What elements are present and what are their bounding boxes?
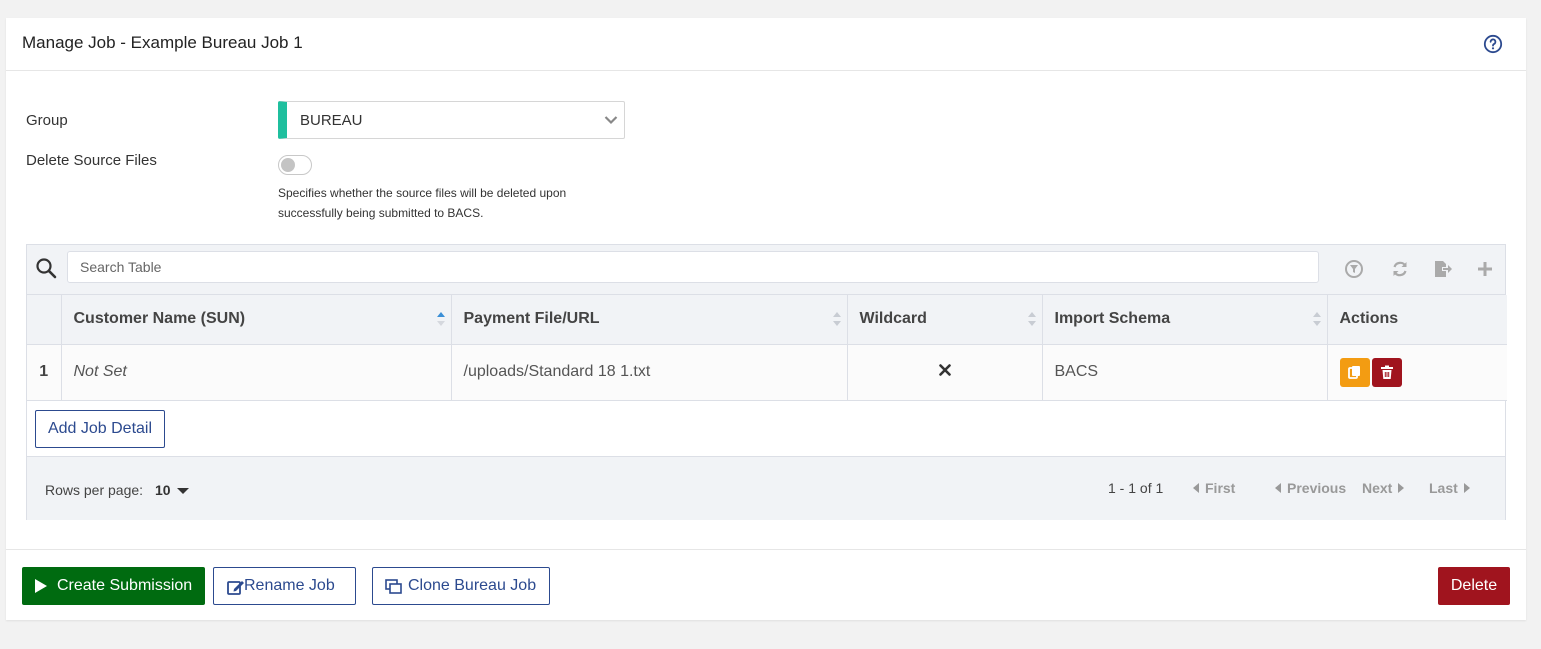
table-header-row: Customer Name (SUN) Payment File/URL Wil… [27,295,1507,345]
data-table: Customer Name (SUN) Payment File/URL Wil… [27,295,1507,401]
next-page-label: Next [1362,480,1393,496]
column-header-label: Payment File/URL [463,310,600,328]
manage-job-card: Manage Job - Example Bureau Job 1 Group … [6,18,1526,620]
delete-source-help-text: Specifies whether the source files will … [278,186,567,220]
next-page-button[interactable]: Next [1362,480,1405,496]
copy-row-button[interactable] [1339,357,1370,387]
clone-job-button[interactable]: Clone Bureau Job [372,567,550,605]
chevron-left-icon [1193,483,1199,493]
column-header-label: Import Schema [1054,310,1171,328]
table-row[interactable]: 1 Not Set /uploads/Standard 18 1.txt BAC… [27,344,1507,401]
rows-per-page-select[interactable]: 10 [155,482,189,498]
export-icon[interactable] [1432,259,1452,279]
last-page-button[interactable]: Last [1429,480,1470,496]
group-select[interactable]: BUREAU [278,101,625,139]
rows-per-page-label: Rows per page: [45,482,144,498]
question-circle-icon[interactable] [1483,34,1503,54]
page-title: Manage Job - Example Bureau Job 1 [22,33,303,52]
add-row-area: Add Job Detail [27,402,1505,457]
delete-source-toggle[interactable] [278,155,312,175]
column-header-label: Wildcard [859,310,927,328]
play-icon [35,579,47,593]
rows-per-page-value: 10 [155,482,171,498]
cell-actions [1327,344,1507,401]
previous-page-button[interactable]: Previous [1275,480,1346,496]
chevron-down-icon [604,116,618,125]
rename-job-label: Rename Job [244,577,335,594]
column-header-label: Customer Name (SUN) [73,310,246,328]
previous-page-label: Previous [1287,480,1347,496]
caret-down-icon [176,488,189,495]
table-toolbar [27,245,1505,295]
search-input[interactable] [67,251,1319,283]
cell-wildcard [847,344,1043,401]
column-header-wildcard[interactable]: Wildcard [847,295,1043,345]
add-job-detail-button[interactable]: Add Job Detail [35,410,165,448]
job-details-table: Customer Name (SUN) Payment File/URL Wil… [26,244,1507,520]
sort-icon [1027,312,1036,326]
toggle-knob [281,158,295,172]
column-header-actions: Actions [1327,295,1507,345]
column-header-import-schema[interactable]: Import Schema [1042,295,1328,345]
first-page-label: First [1205,480,1236,496]
sort-icon [832,312,841,326]
cell-payment-file: /uploads/Standard 18 1.txt [451,344,848,401]
chevron-right-icon [1398,483,1405,493]
delete-source-label: Delete Source Files [26,152,157,169]
row-index: 1 [27,344,62,401]
sort-asc-icon [436,312,445,326]
search-icon [36,258,57,279]
sort-icon [1312,312,1321,326]
edit-icon [227,581,244,595]
trash-icon [1380,365,1393,379]
column-header-index [27,295,62,345]
rename-job-button[interactable]: Rename Job [213,567,356,605]
chevron-right-icon [1463,483,1470,493]
delete-job-button[interactable]: Delete [1438,567,1510,605]
create-submission-label: Create Submission [57,577,193,594]
cell-import-schema: BACS [1042,344,1328,401]
first-page-button[interactable]: First [1193,480,1235,496]
group-select-value: BUREAU [300,112,363,129]
clear-filter-icon[interactable] [1344,259,1364,279]
add-icon[interactable] [1475,259,1495,279]
card-footer: Create Submission Rename Job Clone Burea… [6,549,1526,620]
create-submission-button[interactable]: Create Submission [22,567,205,605]
delete-row-button[interactable] [1371,357,1402,387]
column-header-customer[interactable]: Customer Name (SUN) [61,295,452,345]
last-page-label: Last [1429,480,1458,496]
clone-icon [385,579,402,594]
chevron-left-icon [1275,483,1281,493]
group-label: Group [26,112,68,129]
page-info: 1 - 1 of 1 [1108,480,1164,496]
cell-customer-name: Not Set [61,344,452,401]
copy-icon [1347,365,1360,379]
cross-icon [938,364,951,376]
refresh-icon[interactable] [1390,259,1410,279]
column-header-payment-file[interactable]: Payment File/URL [451,295,848,345]
clone-job-label: Clone Bureau Job [408,577,537,594]
table-footer: Rows per page: 10 1 - 1 of 1 First Previ… [27,457,1505,520]
card-header: Manage Job - Example Bureau Job 1 [6,18,1526,71]
